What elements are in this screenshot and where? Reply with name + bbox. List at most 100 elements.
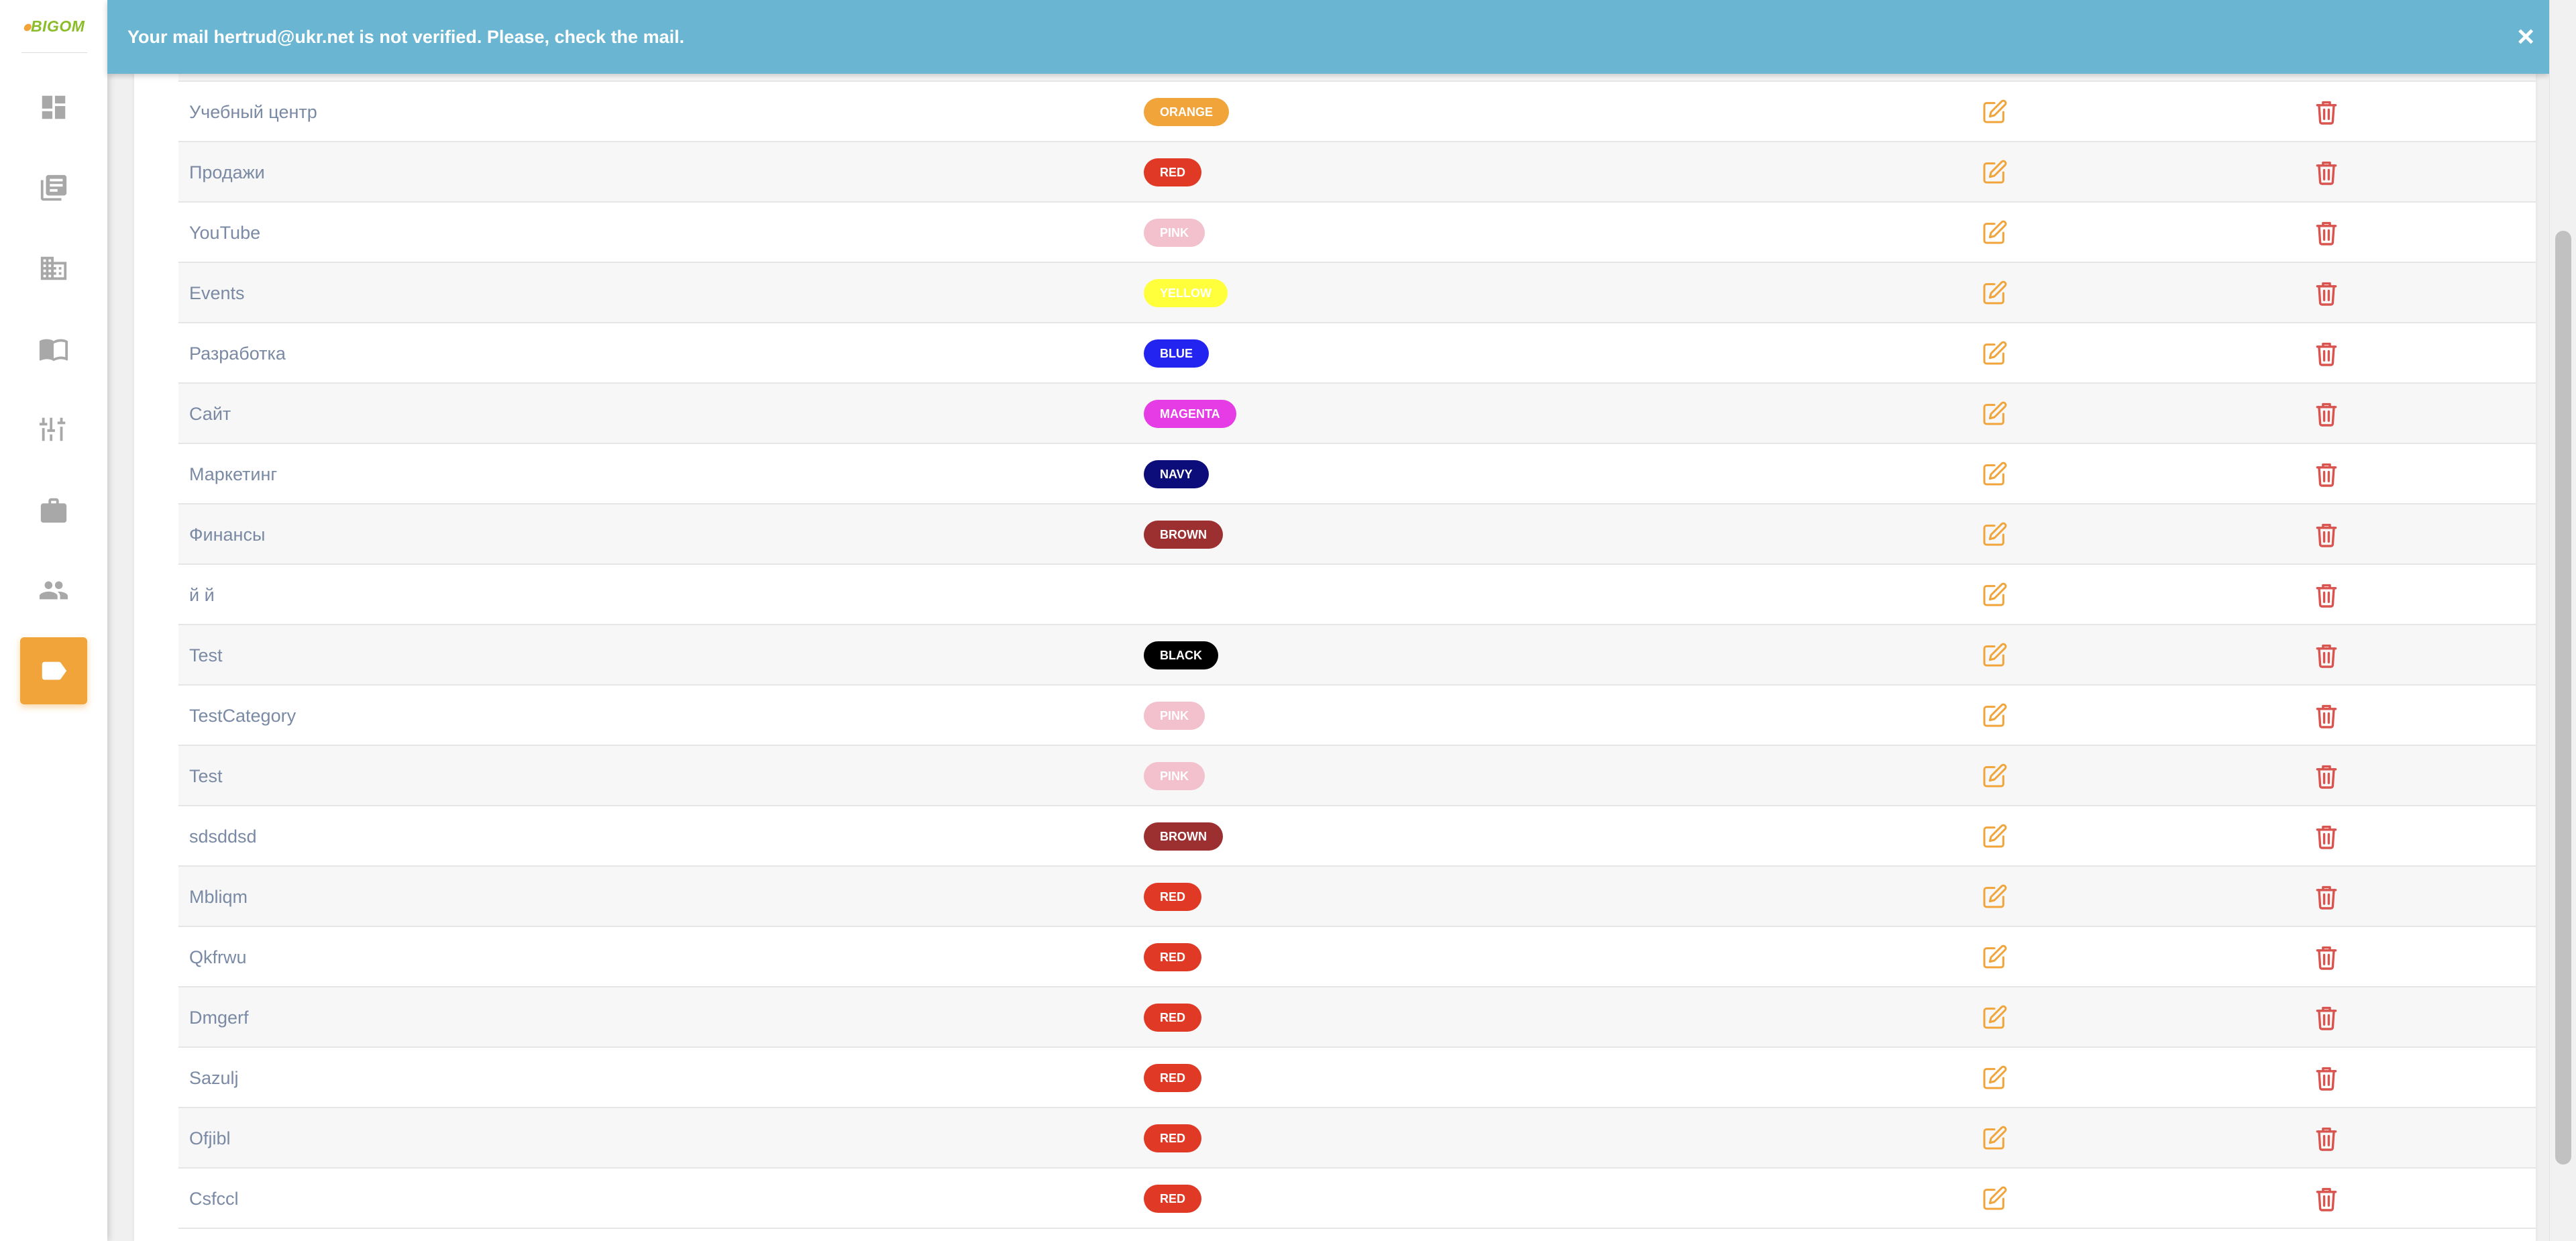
- trash-icon: [2316, 101, 2337, 125]
- dashboard-icon: [42, 95, 66, 119]
- sidebar-item-projects[interactable]: [20, 476, 87, 543]
- tag-name: й й: [189, 584, 215, 605]
- table-row: TestCategory PINK: [178, 686, 2536, 746]
- alert-close-button[interactable]: ×: [2517, 0, 2534, 74]
- tag-name: Qkfrwu: [189, 947, 247, 967]
- edit-icon: [1983, 280, 2007, 305]
- delete-button[interactable]: [2315, 444, 2338, 504]
- briefcase-icon: [40, 498, 67, 523]
- app-logo[interactable]: ⦁BIGOM: [23, 17, 85, 36]
- edit-button[interactable]: [1981, 323, 2008, 384]
- tag-color-badge: RED: [1144, 1004, 1202, 1032]
- delete-button[interactable]: [2315, 565, 2338, 625]
- delete-button[interactable]: [2315, 746, 2338, 806]
- trash-icon: [2316, 282, 2337, 306]
- delete-button[interactable]: [2315, 625, 2338, 686]
- edit-icon: [1983, 763, 2007, 788]
- scrollbar-thumb[interactable]: [2555, 231, 2571, 1165]
- tag-name: Ofjibl: [189, 1128, 231, 1148]
- delete-button[interactable]: [2315, 1048, 2338, 1108]
- delete-button[interactable]: [2315, 927, 2338, 987]
- sidebar-item-tags[interactable]: [20, 637, 87, 704]
- sidebar-item-companies[interactable]: [20, 235, 87, 302]
- delete-button[interactable]: [2315, 384, 2338, 444]
- edit-button[interactable]: [1981, 384, 2008, 444]
- tag-name: Dmgerf: [189, 1007, 249, 1028]
- edit-icon: [1983, 1005, 2007, 1029]
- edit-button[interactable]: [1981, 625, 2008, 686]
- sidebar-item-knowledge[interactable]: [20, 315, 87, 382]
- edit-button[interactable]: [1981, 987, 2008, 1048]
- edit-button[interactable]: [1981, 565, 2008, 625]
- trash-icon: [2316, 825, 2337, 849]
- page-scrollbar[interactable]: [2549, 0, 2576, 1241]
- sidebar: ⦁BIGOM: [0, 0, 107, 1241]
- tag-color-badge: RED: [1144, 883, 1202, 911]
- edit-button[interactable]: [1981, 1048, 2008, 1108]
- tag-color-cell: YELLOW: [1144, 263, 1228, 323]
- tag-color-badge: RED: [1144, 1185, 1202, 1213]
- edit-button[interactable]: [1981, 867, 2008, 927]
- tag-name: Маркетинг: [189, 464, 278, 484]
- table-row: sdsddsd BROWN: [178, 806, 2536, 867]
- edit-button[interactable]: [1981, 746, 2008, 806]
- tag-color-badge: RED: [1144, 1064, 1202, 1092]
- alert-message: Your mail hertrud@ukr.net is not verifie…: [127, 26, 685, 47]
- sidebar-item-settings[interactable]: [20, 396, 87, 463]
- delete-button[interactable]: [2315, 504, 2338, 565]
- trash-icon: [2316, 946, 2337, 970]
- tag-color-cell: ORANGE: [1144, 82, 1230, 142]
- tag-color-badge: RED: [1144, 1124, 1202, 1152]
- edit-button[interactable]: [1981, 927, 2008, 987]
- delete-button[interactable]: [2315, 142, 2338, 203]
- edit-icon: [1983, 824, 2007, 848]
- tag-color-cell: MAGENTA: [1144, 384, 1236, 444]
- edit-button[interactable]: [1981, 1108, 2008, 1169]
- delete-button[interactable]: [2315, 203, 2338, 263]
- delete-button[interactable]: [2315, 323, 2338, 384]
- edit-button[interactable]: [1981, 263, 2008, 323]
- delete-button[interactable]: [2315, 806, 2338, 867]
- delete-button[interactable]: [2315, 82, 2338, 142]
- edit-button[interactable]: [1981, 444, 2008, 504]
- edit-button[interactable]: [1981, 504, 2008, 565]
- edit-button[interactable]: [1981, 142, 2008, 203]
- tag-name: Sazulj: [189, 1067, 239, 1088]
- delete-button[interactable]: [2315, 1108, 2338, 1169]
- edit-icon: [1983, 582, 2007, 606]
- delete-button[interactable]: [2315, 867, 2338, 927]
- edit-icon: [1983, 522, 2007, 546]
- sidebar-item-dashboard[interactable]: [20, 74, 87, 141]
- edit-button[interactable]: [1981, 1169, 2008, 1229]
- table-row: Mbliqm RED: [178, 867, 2536, 927]
- delete-button[interactable]: [2315, 987, 2338, 1048]
- delete-button[interactable]: [2315, 1169, 2338, 1229]
- sidebar-item-users[interactable]: [20, 557, 87, 624]
- edit-button[interactable]: [1981, 82, 2008, 142]
- tag-color-badge: RED: [1144, 943, 1202, 971]
- tag-name: Учебный центр: [189, 101, 317, 122]
- edit-button[interactable]: [1981, 686, 2008, 746]
- delete-button[interactable]: [2315, 686, 2338, 746]
- sidebar-item-documents[interactable]: [20, 154, 87, 221]
- trash-icon: [2316, 765, 2337, 789]
- trash-icon: [2316, 1187, 2337, 1211]
- tag-color-badge: YELLOW: [1144, 279, 1228, 307]
- edit-icon: [1983, 1065, 2007, 1089]
- tag-color-badge: RED: [1144, 158, 1202, 186]
- tag-color-cell: PINK: [1144, 686, 1205, 746]
- edit-button[interactable]: [1981, 806, 2008, 867]
- people-icon: [39, 581, 68, 600]
- tag-icon: [42, 661, 67, 680]
- edit-icon: [1983, 643, 2007, 667]
- tag-name: sdsddsd: [189, 826, 257, 847]
- trash-icon: [2316, 1127, 2337, 1151]
- tag-name: Test: [189, 765, 223, 786]
- tag-name: TestCategory: [189, 705, 297, 726]
- delete-button[interactable]: [2315, 263, 2338, 323]
- edit-button[interactable]: [1981, 203, 2008, 263]
- table-row: Test PINK: [178, 746, 2536, 806]
- edit-icon: [1983, 1186, 2007, 1210]
- tag-color-cell: BLUE: [1144, 323, 1209, 384]
- tag-color-badge: PINK: [1144, 702, 1205, 730]
